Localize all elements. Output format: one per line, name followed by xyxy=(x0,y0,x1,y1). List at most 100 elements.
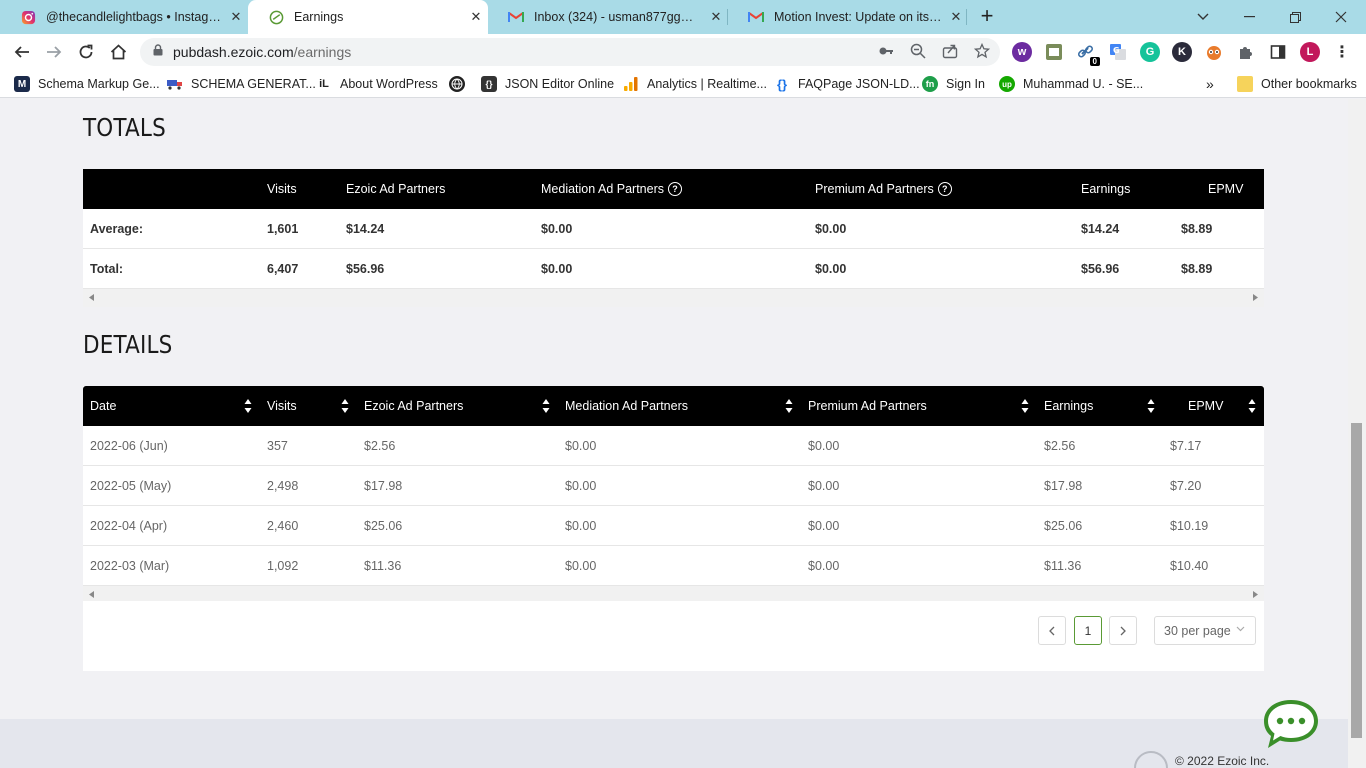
zoom-icon[interactable] xyxy=(910,43,926,59)
lock-icon[interactable] xyxy=(153,43,163,61)
extension-sheet-icon[interactable] xyxy=(1044,42,1064,62)
close-icon xyxy=(1335,11,1347,23)
vertical-scrollbar[interactable] xyxy=(1348,99,1366,768)
extension-owl-icon[interactable] xyxy=(1204,42,1224,62)
details-table: Date Visits Ezoic Ad Partners Mediation … xyxy=(83,386,1264,604)
sort-icon[interactable] xyxy=(1021,397,1029,415)
sort-icon[interactable] xyxy=(244,397,252,415)
tab-title: Motion Invest: Update on itslaptop xyxy=(774,10,944,24)
side-panel-icon[interactable] xyxy=(1268,42,1288,62)
sort-icon[interactable] xyxy=(785,397,793,415)
table-cell: $14.24 xyxy=(1081,222,1120,236)
bookmark-about-wordpress[interactable]: iL About WordPress xyxy=(316,75,438,93)
bookmark-label: FAQPage JSON-LD... xyxy=(798,77,920,91)
table-cell: $56.96 xyxy=(1081,262,1120,276)
extension-k-icon[interactable]: K xyxy=(1172,42,1192,62)
star-icon[interactable] xyxy=(974,43,990,59)
schema-m-icon: M xyxy=(14,76,30,92)
sort-icon[interactable] xyxy=(1248,397,1256,415)
tab-gmail-inbox[interactable]: Inbox (324) - usman877gg@gmail.com ✕ xyxy=(488,0,728,34)
prev-page-button[interactable] xyxy=(1038,616,1066,645)
tab-earnings[interactable]: Earnings ✕ xyxy=(248,0,488,34)
grammarly-icon[interactable]: G xyxy=(1140,42,1160,62)
totals-table: Visits Ezoic Ad Partners Mediation Ad Pa… xyxy=(83,169,1264,307)
bookmark-schema-markup[interactable]: M Schema Markup Ge... xyxy=(14,75,160,93)
sort-icon[interactable] xyxy=(542,397,550,415)
table-cell: 2022-06 (Jun) xyxy=(90,439,168,453)
per-page-select[interactable]: 30 per page xyxy=(1154,616,1256,645)
close-window-button[interactable] xyxy=(1318,0,1364,34)
back-button[interactable] xyxy=(9,39,35,65)
totals-header-ezoic: Ezoic Ad Partners xyxy=(346,182,446,196)
scroll-left-icon xyxy=(89,294,94,301)
close-icon[interactable]: ✕ xyxy=(224,9,248,25)
browser-menu-icon[interactable]: ⋮ xyxy=(1332,42,1352,62)
share-icon[interactable] xyxy=(942,43,958,59)
forward-button[interactable] xyxy=(41,39,67,65)
key-icon[interactable] xyxy=(878,43,894,59)
close-icon[interactable]: ✕ xyxy=(464,9,488,25)
details-header-epmv[interactable]: EPMV xyxy=(1188,386,1223,426)
chevron-down-icon xyxy=(1236,626,1245,632)
next-page-button[interactable] xyxy=(1109,616,1137,645)
extension-wave-icon[interactable]: w xyxy=(1012,42,1032,62)
table-cell: 1,601 xyxy=(267,222,299,236)
scrollbar-thumb[interactable] xyxy=(1351,423,1362,738)
tab-title: @thecandlelightbags • Instagram xyxy=(46,10,224,24)
extension-badge: 0 xyxy=(1089,57,1100,66)
bookmark-sign-in[interactable]: fn Sign In xyxy=(922,75,985,93)
table-cell: 2022-05 (May) xyxy=(90,479,172,493)
details-title: DETAILS xyxy=(83,330,173,359)
table-cell: 2022-04 (Apr) xyxy=(90,519,168,533)
details-table-header: Date Visits Ezoic Ad Partners Mediation … xyxy=(83,386,1264,426)
details-header-premium[interactable]: Premium Ad Partners xyxy=(808,386,927,426)
details-header-visits[interactable]: Visits xyxy=(267,386,297,426)
horizontal-scrollbar[interactable] xyxy=(83,289,1264,307)
details-header-ezoic[interactable]: Ezoic Ad Partners xyxy=(364,386,463,426)
reload-icon xyxy=(79,44,93,59)
restore-button[interactable] xyxy=(1272,0,1318,34)
bookmark-globe[interactable] xyxy=(449,75,473,93)
bookmark-json-editor[interactable]: {} JSON Editor Online xyxy=(481,75,614,93)
tab-motion-invest[interactable]: Motion Invest: Update on itslaptop ✕ xyxy=(728,0,968,34)
table-cell: $0.00 xyxy=(565,559,597,573)
table-cell: $0.00 xyxy=(808,439,840,453)
bookmarks-overflow-button[interactable]: » xyxy=(1206,75,1214,93)
help-icon[interactable]: ? xyxy=(668,182,682,196)
other-bookmarks-folder[interactable]: Other bookmarks xyxy=(1237,75,1357,93)
table-cell: $11.36 xyxy=(1044,559,1082,573)
table-cell: $17.98 xyxy=(1044,479,1083,493)
scroll-right-icon xyxy=(1253,591,1258,598)
extensions-puzzle-icon[interactable] xyxy=(1236,42,1256,62)
instagram-icon xyxy=(20,9,36,25)
table-cell: $10.40 xyxy=(1170,559,1209,573)
home-button[interactable] xyxy=(105,39,131,65)
extension-link-icon[interactable]: 0 xyxy=(1076,42,1100,66)
bookmark-schema-generator[interactable]: SCHEMA GENERAT... xyxy=(167,75,316,93)
page-number-button[interactable]: 1 xyxy=(1074,616,1102,645)
minimize-button[interactable] xyxy=(1226,0,1272,34)
sort-icon[interactable] xyxy=(341,397,349,415)
help-icon[interactable]: ? xyxy=(937,182,952,196)
details-header-earnings[interactable]: Earnings xyxy=(1044,386,1093,426)
details-header-date[interactable]: Date xyxy=(90,386,116,426)
bookmark-analytics[interactable]: Analytics | Realtime... xyxy=(623,75,767,93)
reload-button[interactable] xyxy=(73,39,99,65)
bookmark-faqpage[interactable]: {} FAQPage JSON-LD... xyxy=(774,75,920,93)
bookmark-upwork[interactable]: up Muhammad U. - SE... xyxy=(999,75,1143,93)
table-cell: $8.89 xyxy=(1181,222,1213,236)
address-bar[interactable]: pubdash.ezoic.com/earnings xyxy=(140,38,1000,66)
sort-icon[interactable] xyxy=(1147,397,1155,415)
chat-bubble-icon[interactable] xyxy=(1260,696,1322,752)
close-icon[interactable]: ✕ xyxy=(944,9,968,25)
new-tab-button[interactable]: + xyxy=(975,5,999,29)
details-header-mediation[interactable]: Mediation Ad Partners xyxy=(565,386,688,426)
translate-icon[interactable]: G xyxy=(1108,42,1128,62)
close-icon[interactable]: ✕ xyxy=(704,9,728,25)
tab-instagram[interactable]: @thecandlelightbags • Instagram ✕ xyxy=(0,0,248,34)
table-cell: Total: xyxy=(90,262,124,276)
table-cell: 2022-03 (Mar) xyxy=(90,559,170,573)
profile-avatar[interactable]: L xyxy=(1300,42,1320,62)
tab-search-button[interactable] xyxy=(1180,0,1226,34)
table-cell: $0.00 xyxy=(541,262,573,276)
